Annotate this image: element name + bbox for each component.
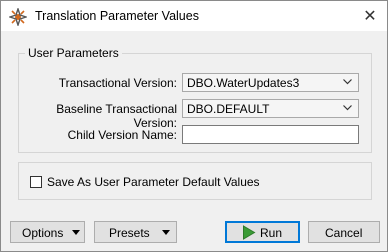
chevron-down-icon — [343, 79, 352, 85]
presets-label: Presets — [109, 226, 150, 240]
caret-down-icon — [72, 230, 80, 235]
dialog-window: Translation Parameter Values ✕ User Para… — [0, 0, 388, 252]
cancel-button[interactable]: Cancel — [308, 221, 380, 243]
save-defaults-label: Save As User Parameter Default Values — [47, 175, 260, 189]
baseline-version-label: Baseline Transactional Version: — [56, 102, 177, 130]
presets-button[interactable]: Presets — [94, 221, 177, 243]
close-button[interactable]: ✕ — [359, 5, 381, 27]
close-icon: ✕ — [363, 8, 377, 25]
transactional-version-value: DBO.WaterUpdates3 — [187, 76, 300, 90]
child-version-label: Child Version Name: — [67, 128, 177, 142]
app-icon — [9, 8, 27, 26]
run-label: Run — [260, 226, 283, 240]
transactional-version-dropdown[interactable]: DBO.WaterUpdates3 — [182, 73, 359, 92]
cancel-label: Cancel — [325, 226, 363, 240]
title-bar: Translation Parameter Values ✕ — [1, 1, 387, 31]
baseline-version-dropdown[interactable]: DBO.DEFAULT — [182, 99, 359, 118]
window-title: Translation Parameter Values — [35, 9, 199, 23]
child-version-input[interactable] — [182, 125, 359, 144]
baseline-version-value: DBO.DEFAULT — [187, 102, 270, 116]
transactional-version-label: Transactional Version: — [58, 76, 177, 90]
save-defaults-checkbox[interactable] — [30, 176, 42, 188]
chevron-down-icon — [343, 105, 352, 111]
user-parameters-heading: User Parameters — [25, 46, 122, 60]
caret-down-icon — [162, 230, 170, 235]
options-label: Options — [22, 226, 64, 240]
run-button[interactable]: Run — [225, 221, 300, 243]
play-icon — [243, 225, 256, 240]
options-button[interactable]: Options — [10, 221, 85, 243]
